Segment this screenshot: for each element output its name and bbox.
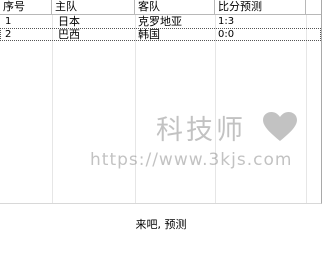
column-header-home[interactable]: 主队 [52, 0, 135, 14]
cell-score-prediction: 0:0 [218, 29, 235, 40]
gridline [306, 15, 307, 203]
cell-away-team: 韩国 [138, 28, 160, 41]
column-header-score[interactable]: 比分预测 [215, 0, 306, 14]
gridline [135, 15, 136, 203]
column-gridlines [0, 15, 321, 203]
gridline [52, 15, 53, 203]
cell-index: 1 [5, 16, 12, 27]
status-label: 来吧, 预测 [135, 218, 187, 231]
cell-away-team: 克罗地亚 [138, 15, 182, 28]
table-header: 序号 主队 客队 比分预测 [0, 0, 321, 15]
column-header-away[interactable]: 客队 [135, 0, 215, 14]
column-header-index[interactable]: 序号 [0, 0, 52, 14]
gridline [215, 15, 216, 203]
cell-home-team: 日本 [58, 15, 80, 28]
cell-home-team: 巴西 [58, 28, 80, 41]
prediction-table[interactable]: 序号 主队 客队 比分预测 1 日本 克罗地亚 1:3 2 巴西 韩国 0:0 [0, 0, 322, 204]
cell-score-prediction: 1:3 [218, 16, 235, 27]
app-window: 序号 主队 客队 比分预测 1 日本 克罗地亚 1:3 2 巴西 韩国 0:0 … [0, 0, 322, 257]
table-row-focused[interactable]: 2 巴西 韩国 0:0 [0, 28, 321, 41]
cell-index: 2 [5, 29, 12, 40]
table-row[interactable]: 1 日本 克罗地亚 1:3 [0, 15, 321, 28]
